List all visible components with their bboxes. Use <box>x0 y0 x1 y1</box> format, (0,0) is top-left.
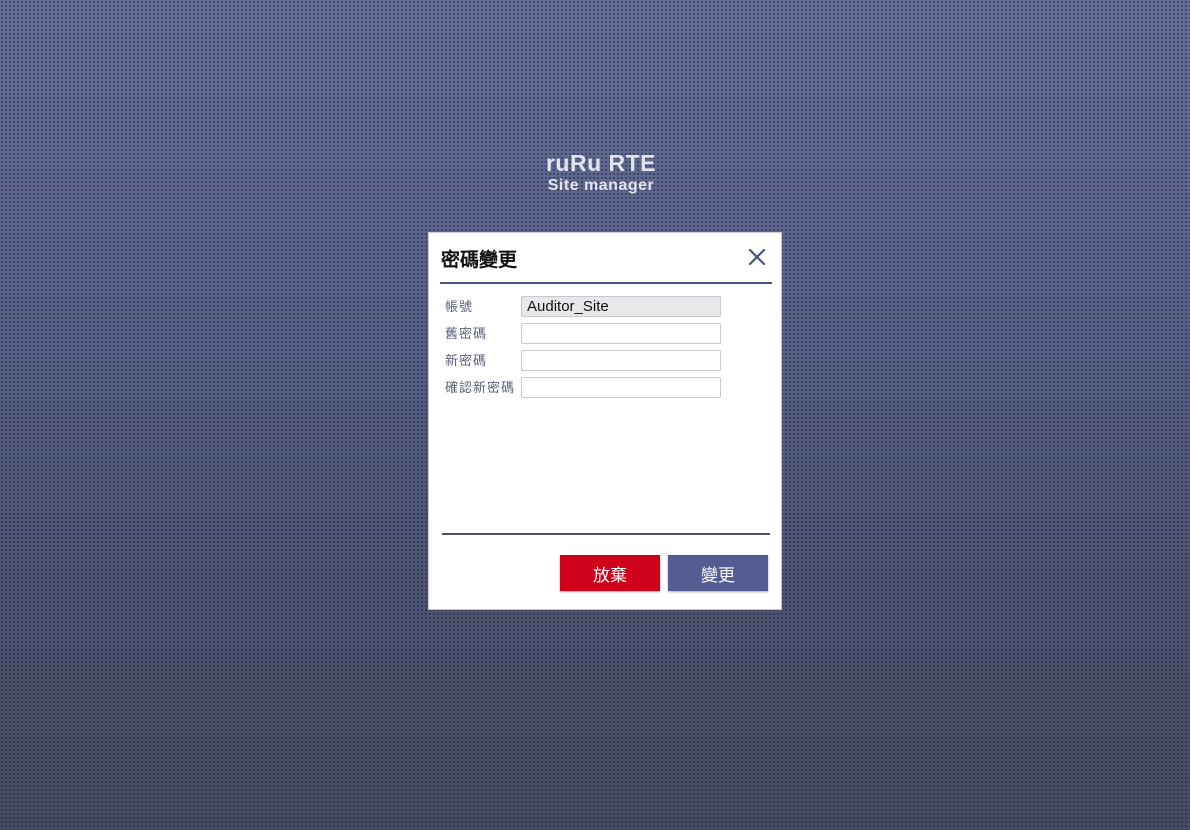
confirm-password-label: 確認新密碼 <box>445 381 516 396</box>
app-title: ruRu RTE <box>545 150 657 176</box>
app-subtitle: Site manager <box>547 177 655 194</box>
account-label: 帳號 <box>445 300 474 315</box>
change-button[interactable]: 變更 <box>668 555 768 591</box>
cancel-button[interactable]: 放棄 <box>560 555 660 591</box>
new-password-field[interactable] <box>521 350 721 371</box>
password-form: 帳號 舊密碼 新密碼 確認新密碼 <box>445 296 745 404</box>
old-password-field[interactable] <box>521 323 721 344</box>
new-password-row: 新密碼 <box>445 350 745 377</box>
footer-divider <box>442 533 770 535</box>
confirm-password-row: 確認新密碼 <box>445 377 745 404</box>
dialog-header: 密碼變更 <box>440 233 772 284</box>
old-password-row: 舊密碼 <box>445 323 745 350</box>
account-row: 帳號 <box>445 296 745 323</box>
change-password-dialog: 密碼變更 帳號 舊密碼 新密碼 確認新密碼 放棄 變更 <box>428 232 782 610</box>
brand: ruRu RTE Site manager <box>0 148 1190 194</box>
account-field[interactable] <box>521 296 721 317</box>
close-icon[interactable] <box>746 246 768 268</box>
dialog-title: 密碼變更 <box>441 249 518 271</box>
new-password-label: 新密碼 <box>445 354 488 369</box>
confirm-password-field[interactable] <box>521 377 721 398</box>
old-password-label: 舊密碼 <box>445 327 488 342</box>
